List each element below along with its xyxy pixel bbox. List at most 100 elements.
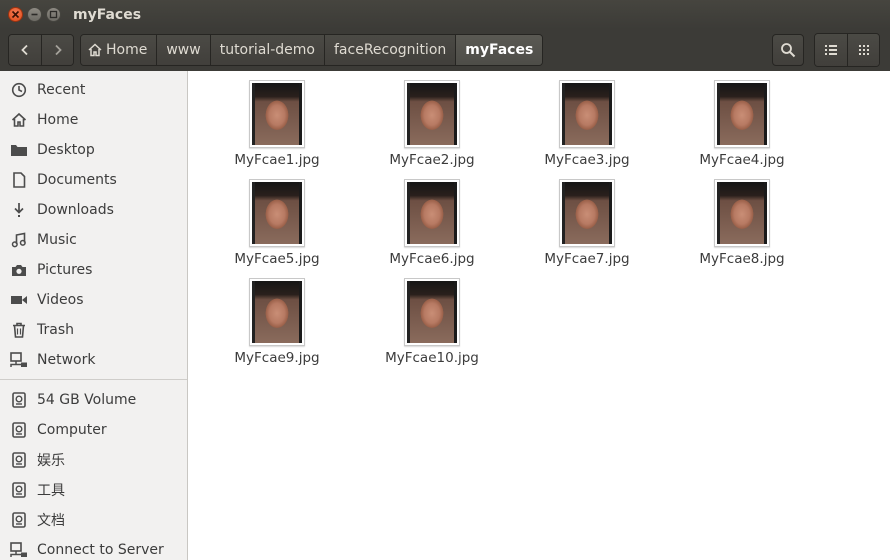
breadcrumb-tutorial-demo[interactable]: tutorial-demo	[209, 35, 324, 65]
close-window-button[interactable]	[8, 7, 23, 22]
sidebar-item-connect-to-server[interactable]: Connect to Server	[0, 535, 187, 560]
image-thumbnail	[404, 179, 460, 247]
file-grid: MyFcae1.jpg MyFcae2.jpg MyFcae3.jpg MyFc…	[189, 71, 890, 560]
sidebar-item-label: Network	[37, 352, 96, 368]
file-item[interactable]: MyFcae7.jpg	[527, 179, 647, 267]
sidebar-item-pictures[interactable]: Pictures	[0, 255, 187, 285]
maximize-icon	[49, 10, 58, 19]
sidebar-item-music[interactable]: Music	[0, 225, 187, 255]
sidebar: Recent Home Desktop Documents Downloads …	[0, 71, 188, 560]
image-thumbnail	[714, 80, 770, 148]
image-thumbnail	[559, 179, 615, 247]
breadcrumb-myfaces[interactable]: myFaces	[455, 35, 543, 65]
network-icon	[10, 541, 28, 559]
sidebar-divider	[0, 379, 187, 380]
file-name: MyFcae4.jpg	[699, 152, 785, 168]
sidebar-item-documents[interactable]: Documents	[0, 165, 187, 195]
trash-icon	[10, 321, 28, 339]
sidebar-places: Recent Home Desktop Documents Downloads …	[0, 71, 187, 375]
sidebar-item-label: Trash	[37, 322, 74, 338]
file-item[interactable]: MyFcae3.jpg	[527, 80, 647, 168]
search-icon	[781, 43, 796, 58]
clock-icon	[10, 81, 28, 99]
sidebar-item-recent[interactable]: Recent	[0, 75, 187, 105]
sidebar-item-label: Music	[37, 232, 77, 248]
image-thumbnail	[404, 80, 460, 148]
navigation-buttons	[8, 34, 74, 66]
drive-icon	[10, 451, 28, 469]
breadcrumb-label: tutorial-demo	[219, 42, 315, 58]
file-item[interactable]: MyFcae5.jpg	[217, 179, 337, 267]
sidebar-item-label: 娱乐	[37, 453, 65, 469]
breadcrumb-label: myFaces	[465, 42, 534, 58]
file-name: MyFcae10.jpg	[385, 350, 479, 366]
forward-button[interactable]	[41, 35, 73, 65]
file-item[interactable]: MyFcae10.jpg	[372, 278, 492, 366]
document-icon	[10, 171, 28, 189]
breadcrumb-www[interactable]: www	[156, 35, 210, 65]
close-icon	[11, 10, 20, 19]
file-name: MyFcae8.jpg	[699, 251, 785, 267]
breadcrumb: Home www tutorial-demo faceRecognition m…	[80, 34, 544, 66]
music-icon	[10, 231, 28, 249]
network-icon	[10, 351, 28, 369]
sidebar-item-label: Recent	[37, 82, 86, 98]
breadcrumb-label: www	[166, 42, 201, 58]
window-title: myFaces	[73, 6, 142, 23]
list-view-button[interactable]	[815, 34, 847, 66]
minimize-window-button[interactable]	[27, 7, 42, 22]
toolbar: Home www tutorial-demo faceRecognition m…	[0, 29, 890, 71]
breadcrumb-home[interactable]: Home	[81, 35, 157, 65]
grid-view-icon	[858, 45, 869, 55]
sidebar-item-tools-volume[interactable]: 工具	[0, 475, 187, 505]
image-thumbnail	[249, 80, 305, 148]
sidebar-item-label: Connect to Server	[37, 542, 164, 558]
home-icon	[10, 111, 28, 129]
sidebar-item-network[interactable]: Network	[0, 345, 187, 375]
file-item[interactable]: MyFcae6.jpg	[372, 179, 492, 267]
sidebar-devices: 54 GB Volume Computer 娱乐 工具 文档 Connect t…	[0, 385, 187, 560]
back-button[interactable]	[9, 35, 41, 65]
file-item[interactable]: MyFcae8.jpg	[682, 179, 802, 267]
sidebar-item-home[interactable]: Home	[0, 105, 187, 135]
title-bar: myFaces	[0, 0, 890, 29]
breadcrumb-label: Home	[106, 42, 148, 58]
drive-icon	[10, 481, 28, 499]
sidebar-item-videos[interactable]: Videos	[0, 285, 187, 315]
sidebar-item-trash[interactable]: Trash	[0, 315, 187, 345]
sidebar-item-label: Videos	[37, 292, 84, 308]
sidebar-item-54gb-volume[interactable]: 54 GB Volume	[0, 385, 187, 415]
grid-view-button[interactable]	[847, 34, 879, 66]
drive-icon	[10, 421, 28, 439]
image-thumbnail	[249, 179, 305, 247]
sidebar-item-documents-volume[interactable]: 文档	[0, 505, 187, 535]
file-item[interactable]: MyFcae1.jpg	[217, 80, 337, 168]
list-view-icon	[825, 45, 837, 55]
drive-icon	[10, 391, 28, 409]
file-item[interactable]: MyFcae4.jpg	[682, 80, 802, 168]
file-name: MyFcae6.jpg	[389, 251, 475, 267]
sidebar-item-label: Downloads	[37, 202, 114, 218]
file-name: MyFcae3.jpg	[544, 152, 630, 168]
sidebar-item-computer[interactable]: Computer	[0, 415, 187, 445]
file-name: MyFcae7.jpg	[544, 251, 630, 267]
image-thumbnail	[249, 278, 305, 346]
sidebar-item-label: 文档	[37, 513, 65, 529]
sidebar-item-label: Documents	[37, 172, 117, 188]
search-button[interactable]	[772, 34, 804, 66]
drive-icon	[10, 511, 28, 529]
sidebar-item-downloads[interactable]: Downloads	[0, 195, 187, 225]
file-item[interactable]: MyFcae9.jpg	[217, 278, 337, 366]
sidebar-item-entertainment-volume[interactable]: 娱乐	[0, 445, 187, 475]
maximize-window-button[interactable]	[46, 7, 61, 22]
image-thumbnail	[714, 179, 770, 247]
file-name: MyFcae9.jpg	[234, 350, 320, 366]
sidebar-item-label: Desktop	[37, 142, 95, 158]
download-icon	[10, 201, 28, 219]
view-toggle	[814, 33, 880, 67]
file-item[interactable]: MyFcae2.jpg	[372, 80, 492, 168]
sidebar-item-desktop[interactable]: Desktop	[0, 135, 187, 165]
breadcrumb-facerecognition[interactable]: faceRecognition	[324, 35, 456, 65]
image-thumbnail	[559, 80, 615, 148]
file-name: MyFcae1.jpg	[234, 152, 320, 168]
